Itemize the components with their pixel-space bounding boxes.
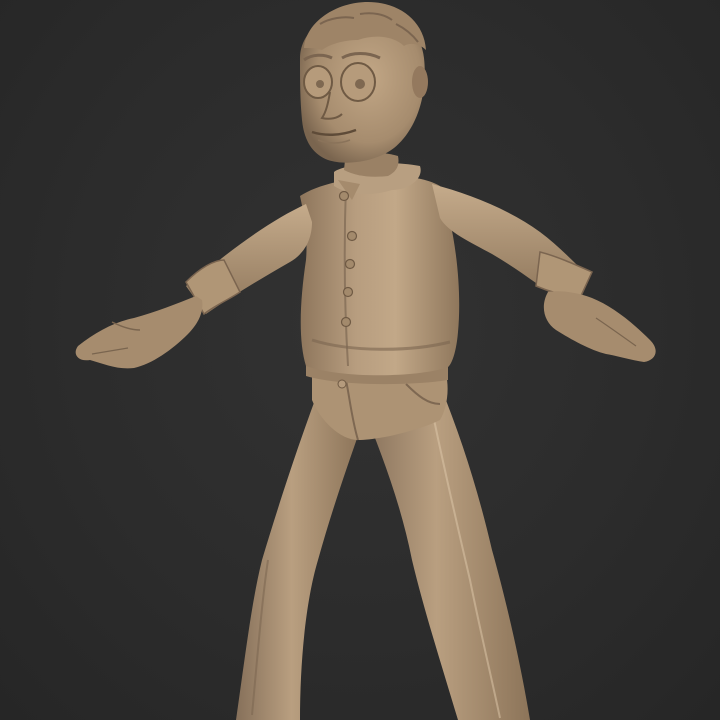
left-hand xyxy=(75,296,203,369)
left-arm xyxy=(185,204,312,316)
left-leg xyxy=(236,392,360,720)
sculpt-render xyxy=(75,2,656,720)
shirt-button xyxy=(346,230,358,242)
ear xyxy=(412,66,428,98)
shirt-button xyxy=(338,190,350,202)
shirt-button xyxy=(342,286,354,298)
head xyxy=(300,2,428,163)
shirt-button xyxy=(344,258,356,270)
shirt-button xyxy=(340,316,352,328)
right-hand xyxy=(543,291,656,362)
belt-button xyxy=(337,379,347,389)
render-viewport xyxy=(0,0,720,720)
shirt xyxy=(300,175,460,376)
